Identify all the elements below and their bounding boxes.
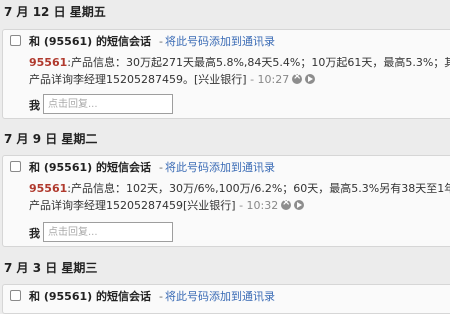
me-label: 我 [29, 227, 40, 240]
reply-input[interactable] [43, 94, 173, 114]
message-time: - 10:27 [250, 73, 290, 86]
conversation-card: 和 (95561) 的短信会话 - 将此号码添加到通讯录 95561:产品信息：3… [2, 29, 450, 119]
select-checkbox[interactable] [10, 161, 21, 172]
conversation-title[interactable]: 和 (95561) 的短信会话 [29, 288, 151, 304]
delete-icon[interactable] [281, 197, 292, 210]
message-text: 95561:产品信息：30万起271天最高5.8%,84天5.4%；10万起61… [29, 54, 450, 70]
date-header: 7 月 3 日 星期三 [4, 261, 98, 275]
conversation-card: 和 (95561) 的短信会话 - 将此号码添加到通讯录 95561:产品信息：1… [2, 155, 450, 247]
select-checkbox[interactable] [10, 35, 21, 46]
message-time: - 10:32 [239, 199, 279, 212]
message-text-cont: 产品详询李经理15205287459[兴业银行] - 10:32 [29, 197, 305, 213]
conversation-title[interactable]: 和 (95561) 的短信会话 [29, 159, 151, 175]
add-to-contacts-link[interactable]: - 将此号码添加到通讯录 [159, 33, 275, 49]
me-label: 我 [29, 99, 40, 112]
add-to-contacts-label: 将此号码添加到通讯录 [164, 35, 275, 48]
sender-number: 95561 [29, 182, 68, 195]
add-to-contacts-label: 将此号码添加到通讯录 [164, 290, 275, 303]
message-line-1: :产品信息：30万起271天最高5.8%,84天5.4%；10万起61天，最高5… [67, 56, 450, 69]
message-text-cont: 产品详询李经理15205287459。[兴业银行] - 10:27 [29, 71, 316, 87]
add-to-contacts-link[interactable]: - 将此号码添加到通讯录 [159, 288, 275, 304]
conversation-header: 和 (95561) 的短信会话 - 将此号码添加到通讯录 [3, 156, 450, 178]
conversation-header: 和 (95561) 的短信会话 - 将此号码添加到通讯录 [3, 285, 450, 307]
delete-icon[interactable] [292, 71, 303, 84]
conversation-header: 和 (95561) 的短信会话 - 将此号码添加到通讯录 [3, 30, 450, 52]
select-checkbox[interactable] [10, 290, 21, 301]
add-to-contacts-label: 将此号码添加到通讯录 [164, 161, 275, 174]
message-text: 95561:产品信息：102天，30万/6%,100万/6.2%；60天，最高5… [29, 180, 450, 196]
forward-icon[interactable] [294, 200, 305, 210]
message-line-2: 产品详询李经理15205287459[兴业银行] [29, 199, 236, 212]
conversation-card: 和 (95561) 的短信会话 - 将此号码添加到通讯录 [2, 284, 450, 314]
date-header: 7 月 9 日 星期二 [4, 132, 98, 146]
date-header: 7 月 12 日 星期五 [4, 5, 106, 19]
sender-number: 95561 [29, 56, 68, 69]
message-line-1: :产品信息：102天，30万/6%,100万/6.2%；60天，最高5.3%另有… [67, 182, 450, 195]
message-line-2: 产品详询李经理15205287459。[兴业银行] [29, 73, 247, 86]
reply-input[interactable] [43, 222, 173, 242]
forward-icon[interactable] [305, 74, 316, 84]
add-to-contacts-link[interactable]: - 将此号码添加到通讯录 [159, 159, 275, 175]
conversation-title[interactable]: 和 (95561) 的短信会话 [29, 33, 151, 49]
